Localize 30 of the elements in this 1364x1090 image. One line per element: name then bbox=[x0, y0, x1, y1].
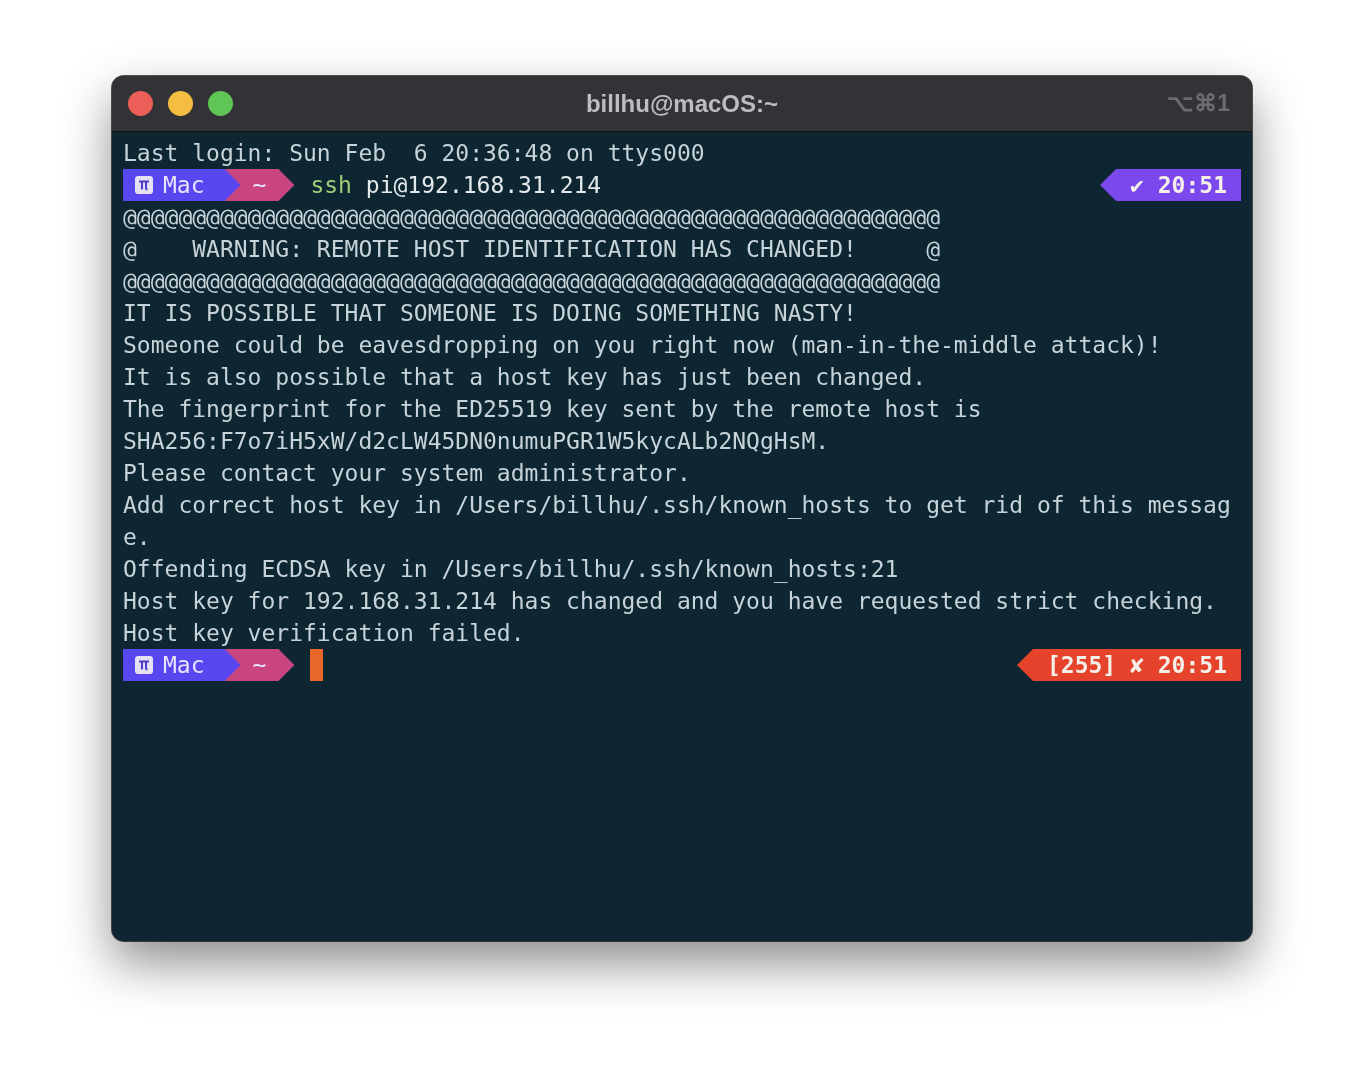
output-line: SHA256:F7o7iH5xW/d2cLW45DN0numuPGR1W5kycALb2NQgHsM. bbox=[123, 427, 830, 456]
output-line: Offending ECDSA key in /Users/billhu/.ssh/known_hosts:21 bbox=[123, 555, 899, 585]
command-arguments: pi@192.168.31.214 bbox=[364, 171, 602, 200]
host-name: Mac bbox=[163, 171, 205, 200]
window-title: billhu@macOS:~ bbox=[585, 89, 779, 117]
close-button[interactable] bbox=[128, 91, 153, 116]
zoom-button[interactable] bbox=[208, 91, 233, 116]
output-line: Add correct host key in /Users/billhu/.ssh/known_hosts to get rid of this messag bbox=[123, 491, 1231, 521]
directory-name: ~ bbox=[252, 651, 267, 680]
pi-icon bbox=[135, 656, 153, 674]
output-line: @ WARNING: REMOTE HOST IDENTIFICATION HAS CHANGED! @ bbox=[123, 235, 940, 264]
output-line: IT IS POSSIBLE THAT SOMEONE IS DOING SOMETHING NASTY! bbox=[123, 299, 857, 328]
output-line: Last login: Sun Feb 6 20:36:48 on ttys000 bbox=[123, 139, 705, 168]
output-line: @@@@@@@@@@@@@@@@@@@@@@@@@@@@@@@@@@@@@@@@@@@@@@@@@@@@@@@@@@@ bbox=[123, 203, 940, 232]
shortcut-label: ⌥⌘1 bbox=[1167, 90, 1230, 117]
command-name: ssh bbox=[310, 171, 352, 200]
output-line: It is also possible that a host key has just been changed. bbox=[123, 363, 927, 392]
output-line: Host key verification failed. bbox=[123, 619, 525, 648]
status-segment: [255] ✘ 20:51 bbox=[1017, 649, 1241, 681]
output-line: e. bbox=[123, 523, 151, 552]
output-line: @@@@@@@@@@@@@@@@@@@@@@@@@@@@@@@@@@@@@@@@@@@@@@@@@@@@@@@@@@@ bbox=[123, 267, 940, 296]
pi-icon bbox=[135, 176, 153, 194]
output-line: Host key for 192.168.31.214 has changed and you have requested strict checking. bbox=[123, 587, 1217, 616]
output-line: The fingerprint for the ED25519 key sent by the remote host is bbox=[123, 395, 982, 424]
host-name: Mac bbox=[163, 651, 205, 680]
status-segment: ✔ 20:51 bbox=[1100, 169, 1241, 201]
output-line: Someone could be eavesdropping on you right now (man-in-the-middle attack)! bbox=[123, 331, 1162, 360]
minimize-button[interactable] bbox=[168, 91, 193, 116]
directory-name: ~ bbox=[252, 171, 267, 200]
output-line: Please contact your system administrator. bbox=[123, 459, 691, 488]
